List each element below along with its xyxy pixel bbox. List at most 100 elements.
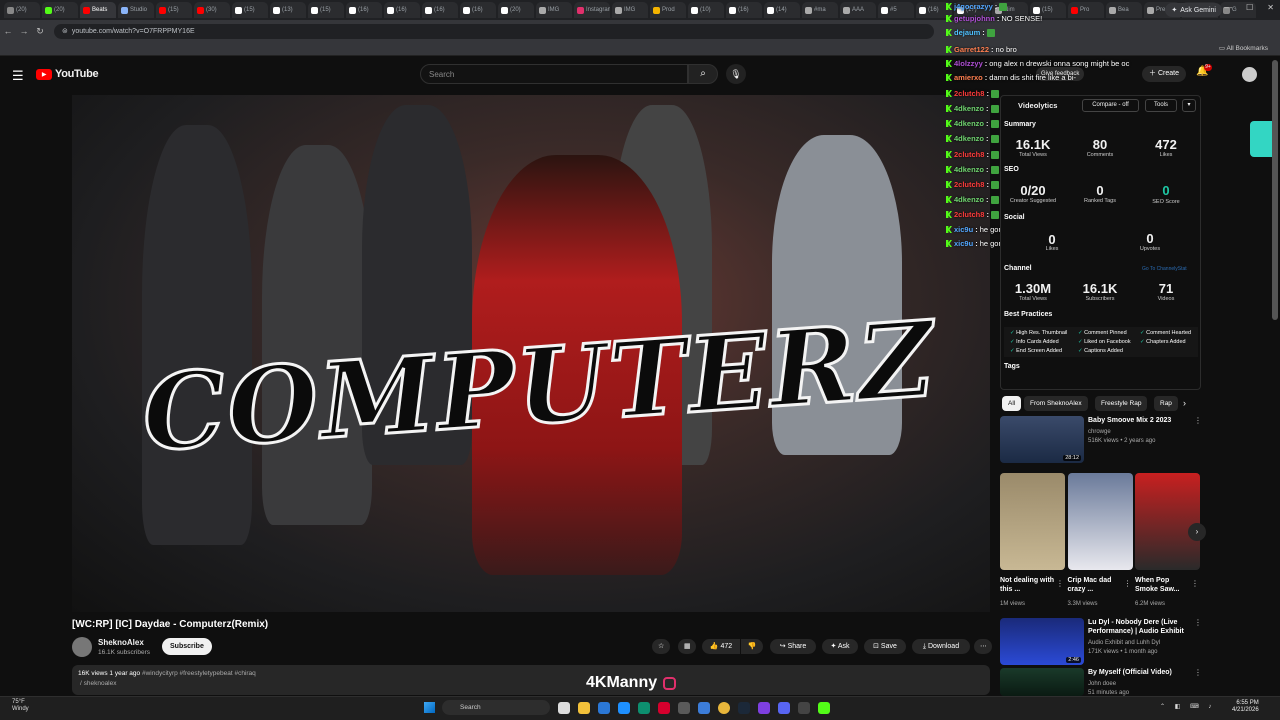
grid-icon[interactable]: ▦ [678,639,696,654]
chat-username[interactable]: 4dkenzo [954,195,984,204]
chevron-down-icon[interactable]: ▾ [1182,99,1196,112]
kick-icon[interactable] [818,702,830,714]
browser-tab[interactable]: (16) [460,2,496,18]
weather-widget[interactable]: 75°F Windy [12,699,29,713]
browser-tab[interactable]: (15) [308,2,344,18]
browser-tab[interactable]: (16) [346,2,382,18]
browser-tab[interactable]: #ma [802,2,838,18]
app-icon[interactable] [598,702,610,714]
microphone-icon[interactable]: 🎙 [726,64,746,84]
back-icon[interactable]: ← [0,26,16,36]
ask-gemini-button[interactable]: ✦ Ask Gemini [1165,3,1222,17]
video-channel[interactable]: chrowge [1088,428,1188,436]
short-thumbnail[interactable] [1067,473,1133,570]
create-button[interactable]: ＋ Create [1142,66,1186,82]
discord-icon[interactable] [778,702,790,714]
adobe-icon[interactable] [658,702,670,714]
browser-tab[interactable]: Studio [118,2,154,18]
app-icon[interactable] [618,702,630,714]
url-field[interactable]: ⊜ youtube.com/watch?v=O7FRPPMY16E [54,23,934,39]
edge-icon[interactable] [638,702,650,714]
browser-tab[interactable]: Beats [80,2,116,18]
channel-avatar[interactable] [72,637,92,657]
steam-icon[interactable] [738,702,750,714]
dislike-button[interactable]: 👎 [741,639,763,654]
short-title-link[interactable]: When Pop Smoke Saw... [1135,576,1191,594]
more-options-icon[interactable]: ⋮ [1056,579,1064,588]
all-bookmarks-link[interactable]: ▭ All Bookmarks [1219,44,1268,52]
browser-tab[interactable]: (10) [688,2,724,18]
browser-tab[interactable]: (20) [4,2,40,18]
search-input[interactable]: Search [420,64,688,84]
more-options-icon[interactable]: ⋮ [1194,416,1202,425]
reload-icon[interactable]: ↻ [32,26,48,37]
chevron-right-icon[interactable]: › [1183,398,1186,408]
system-tray-icons[interactable]: ⌃ ◧ ⌨ ♪ [1160,703,1215,710]
filter-chip[interactable]: All [1002,396,1022,411]
video-thumbnail[interactable] [1000,668,1084,696]
video-channel[interactable]: Audio Exhibit and Luhh Dyl [1088,639,1188,647]
ask-button[interactable]: ✦ Ask [822,639,858,654]
windows-start-icon[interactable] [424,702,435,713]
close-icon[interactable]: ✕ [1267,3,1274,12]
app-icon[interactable] [798,702,810,714]
chat-username[interactable]: 2clutch8 [954,180,984,189]
chat-username[interactable]: 4lolzzyy [954,59,983,68]
browser-tab[interactable]: (16) [384,2,420,18]
task-view-icon[interactable] [558,702,570,714]
minimize-icon[interactable]: — [1224,3,1232,12]
browser-tab[interactable]: (14) [764,2,800,18]
more-actions-icon[interactable]: ⋯ [974,639,992,654]
video-title-link[interactable]: Baby Smoove Mix 2 2023 [1088,416,1188,425]
filter-chip[interactable]: From SheknoAlex [1024,396,1088,411]
browser-tab[interactable]: AAA [840,2,876,18]
chat-username[interactable]: xic9u [954,239,973,248]
compare-toggle[interactable]: Compare - off [1082,99,1139,112]
channel-name[interactable]: SheknoAlex [98,638,144,647]
browser-tab[interactable]: Instagram [574,2,610,18]
video-title-link[interactable]: By Myself (Official Video) [1088,668,1188,677]
chat-username[interactable]: Garret122 [954,45,989,54]
more-options-icon[interactable]: ⋮ [1191,579,1199,588]
short-thumbnail[interactable] [1135,473,1200,570]
browser-tab[interactable]: (30) [194,2,230,18]
go-to-channel-link[interactable]: Go To ChannelyStat [1142,266,1187,272]
browser-tab[interactable]: (20) [42,2,78,18]
extension-side-button[interactable] [1250,121,1272,157]
site-info-icon[interactable]: ⊜ [62,27,68,35]
chat-username[interactable]: getupjohnn [954,14,995,23]
chat-username[interactable]: dejaum [954,28,980,37]
short-title-link[interactable]: Not dealing with this ... [1000,576,1056,594]
more-options-icon[interactable]: ⋮ [1194,668,1202,677]
save-button[interactable]: ⊡ Save [864,639,906,654]
chat-username[interactable]: 2clutch8 [954,89,984,98]
video-player[interactable]: COMPUTERZ [72,95,990,612]
video-thumbnail[interactable]: 28:12 [1000,416,1084,463]
video-channel[interactable]: John doee [1088,680,1188,688]
browser-tab[interactable]: Bea [1106,2,1142,18]
more-options-icon[interactable]: ⋮ [1194,618,1202,627]
scrollbar[interactable] [1272,60,1278,320]
system-clock[interactable]: 6:55 PM 4/21/2026 [1232,700,1259,714]
browser-tab[interactable]: (16) [422,2,458,18]
browser-tab[interactable]: (20) [498,2,534,18]
filter-chip[interactable]: Rap [1154,396,1178,411]
app-icon[interactable] [678,702,690,714]
browser-tab[interactable]: (15) [156,2,192,18]
video-title-link[interactable]: Lu Dyl - Nobody Dere (Live Performance) … [1088,618,1188,636]
search-icon[interactable]: ⌕ [688,64,718,84]
browser-tab[interactable]: #5 [878,2,914,18]
chat-username[interactable]: 4dkenzo [954,119,984,128]
maximize-icon[interactable]: ☐ [1246,3,1253,12]
file-explorer-icon[interactable] [578,702,590,714]
chat-username[interactable]: j4gocrazyy [954,2,993,11]
filter-chip[interactable]: Freestyle Rap [1095,396,1148,411]
menu-icon[interactable]: ☰ [12,68,24,84]
browser-tab[interactable]: Pro [1068,2,1104,18]
chat-username[interactable]: amierxo [954,73,983,82]
description-link[interactable]: / sheknoalex [80,680,117,687]
chat-username[interactable]: 4dkenzo [954,165,984,174]
tools-dropdown[interactable]: Tools [1145,99,1177,112]
more-options-icon[interactable]: ⋮ [1124,579,1132,588]
browser-tab[interactable]: IMG [612,2,648,18]
